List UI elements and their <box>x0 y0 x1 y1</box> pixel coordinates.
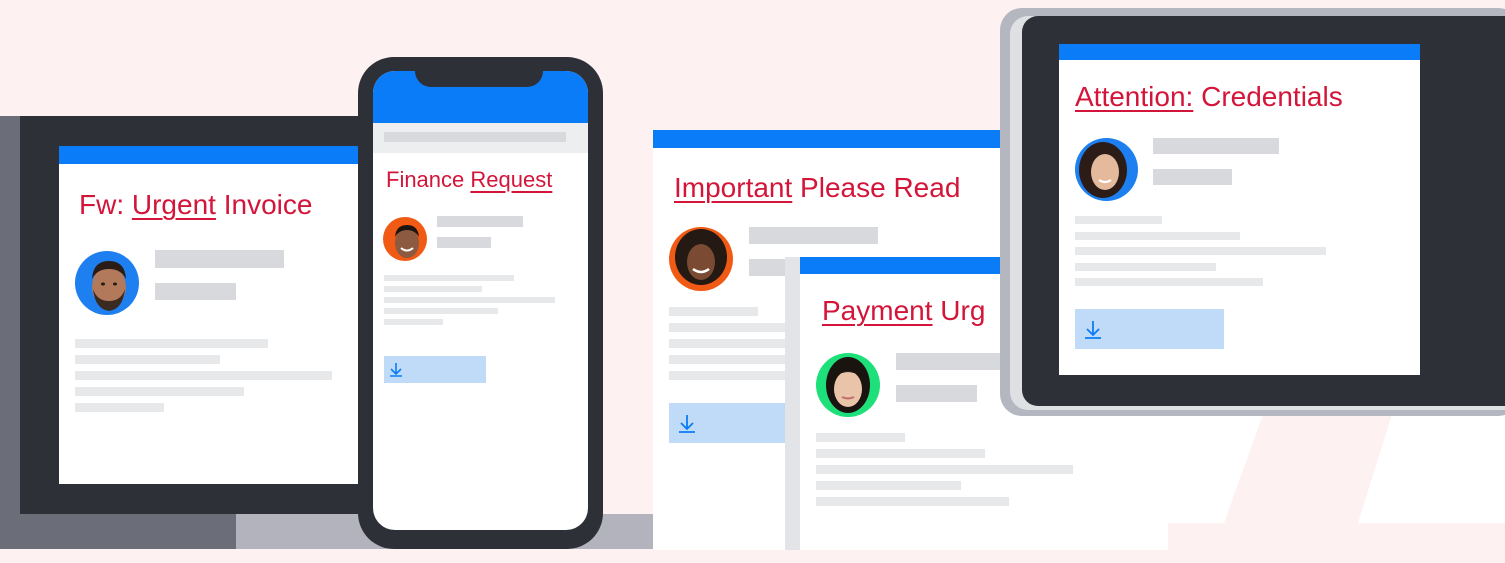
download-icon <box>390 363 402 377</box>
body-line <box>384 286 482 292</box>
email-subject[interactable]: Finance Request <box>386 167 552 193</box>
body-line <box>384 308 498 314</box>
email-subject[interactable]: Payment Urg <box>822 295 985 327</box>
email-subject[interactable]: Fw: Urgent Invoice <box>79 189 312 221</box>
email-header-bar <box>59 146 359 164</box>
man-beard-avatar-icon <box>75 251 139 315</box>
body-line <box>1075 278 1263 286</box>
sender-name-placeholder <box>437 216 523 227</box>
subject-highlight: Attention: <box>1075 81 1194 112</box>
download-attachment-button[interactable] <box>384 356 486 383</box>
body-line <box>816 465 1073 474</box>
woman-dark-hair-avatar-icon <box>816 353 880 417</box>
body-line <box>75 387 244 396</box>
sender-email-placeholder <box>437 237 491 248</box>
subject-prefix: Fw: <box>79 189 132 220</box>
body-line <box>75 355 220 364</box>
laptop-email-screen: Fw: Urgent Invoice <box>59 146 359 484</box>
body-line <box>816 481 961 490</box>
body-line <box>1075 232 1240 240</box>
sender-name-placeholder <box>749 227 878 244</box>
phone-device: Finance Request <box>358 57 603 549</box>
background-slash-shape <box>1168 395 1505 558</box>
email-header-bar <box>1059 44 1420 60</box>
body-line <box>816 497 1009 506</box>
sender-email-placeholder <box>155 283 236 300</box>
subject-suffix: Please Read <box>792 172 961 203</box>
phone-notch <box>415 71 543 87</box>
body-line <box>75 371 332 380</box>
phone-address-bar <box>373 123 588 153</box>
phone-screen: Finance Request <box>373 71 588 530</box>
body-line <box>1075 216 1162 224</box>
tablet-device: Attention: Credentials <box>1000 8 1505 416</box>
subject-highlight: Request <box>470 167 553 192</box>
man-smiling-avatar-icon <box>383 217 427 261</box>
sender-email-placeholder <box>1153 169 1232 185</box>
subject-prefix: Finance <box>386 167 471 192</box>
body-line <box>384 275 514 281</box>
body-line <box>384 319 443 325</box>
tablet-email-screen: Attention: Credentials <box>1059 44 1420 375</box>
payment-email-shadow <box>785 257 800 550</box>
download-attachment-button[interactable] <box>1075 309 1224 349</box>
sender-email-placeholder <box>896 385 977 402</box>
subject-suffix: Invoice <box>215 189 313 220</box>
body-line <box>1075 263 1216 271</box>
sender-name-placeholder <box>155 250 284 268</box>
subject-highlight: Urgent <box>131 189 216 220</box>
subject-suffix: Credentials <box>1193 81 1343 112</box>
subject-suffix: Urg <box>932 295 986 326</box>
laptop-shadow <box>0 116 22 549</box>
subject-highlight: Payment <box>822 295 933 326</box>
body-line <box>384 297 555 303</box>
subject-highlight: Important <box>674 172 793 203</box>
download-icon <box>679 415 695 433</box>
url-placeholder <box>384 132 566 142</box>
body-line <box>1075 247 1326 255</box>
email-subject[interactable]: Attention: Credentials <box>1075 81 1343 113</box>
body-line <box>816 433 905 442</box>
laptop-base-dark <box>0 514 236 549</box>
body-line <box>75 339 268 348</box>
woman-curly-hair-avatar-icon <box>669 227 733 291</box>
download-icon <box>1085 321 1101 339</box>
email-subject[interactable]: Important Please Read <box>674 172 960 204</box>
body-line <box>669 307 758 316</box>
email-header-bar <box>653 130 1013 148</box>
body-line <box>816 449 985 458</box>
sender-name-placeholder <box>1153 138 1279 154</box>
woman-brunette-avatar-icon <box>1075 138 1138 201</box>
body-line <box>75 403 164 412</box>
